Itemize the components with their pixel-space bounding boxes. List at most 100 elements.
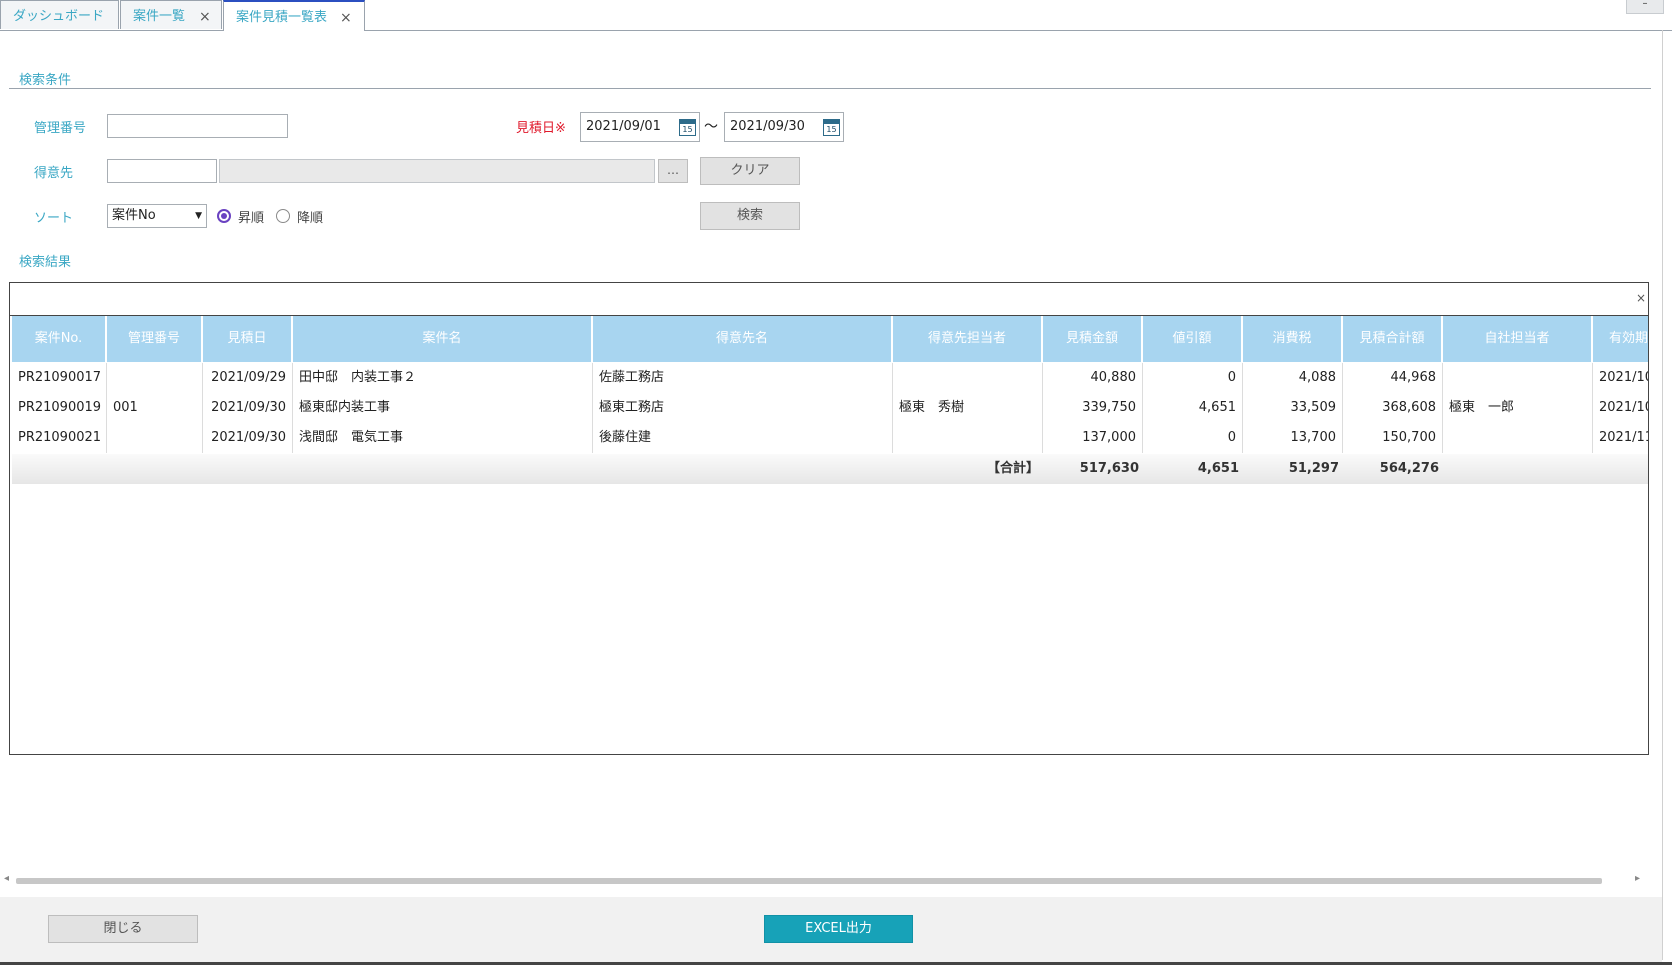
column-header[interactable]: 値引額 <box>1143 316 1243 362</box>
cell-nebiki: 0 <box>1143 363 1243 393</box>
column-header[interactable]: 案件名 <box>293 316 593 362</box>
search-button[interactable]: 検索 <box>700 202 800 230</box>
sort-asc-radio[interactable] <box>217 209 231 223</box>
cell-shohizei: 33,509 <box>1243 393 1343 423</box>
chevron-down-icon: ▼ <box>195 211 202 221</box>
sort-desc-radio[interactable] <box>276 209 290 223</box>
tab-anken-mitsumori[interactable]: 案件見積一覧表 × <box>223 0 365 31</box>
cell-tokuisaki-name: 佐藤工務店 <box>593 363 893 393</box>
date-to-value: 2021/09/30 <box>730 119 805 134</box>
total-shohizei: 51,297 <box>1288 461 1339 476</box>
results-grid: × 案件No. 管理番号 見積日 案件名 得意先名 得意先担当者 見積金額 値引… <box>9 282 1649 755</box>
cell-kanri-no: 001 <box>107 393 203 423</box>
cell-tokuisaki-name: 極東工務店 <box>593 393 893 423</box>
tokuisaki-code-input[interactable] <box>107 159 217 183</box>
sort-select-value: 案件No <box>112 208 156 223</box>
close-icon[interactable]: × <box>1636 291 1646 305</box>
search-section-title: 検索条件 <box>19 73 72 88</box>
clear-button[interactable]: クリア <box>700 157 800 185</box>
scroll-right-icon[interactable]: ▸ <box>1635 873 1640 884</box>
section-divider <box>9 88 1651 89</box>
mitsumori-date-label-text: 見積日 <box>516 121 556 136</box>
horizontal-scrollbar[interactable]: ◂ ▸ <box>4 873 1652 886</box>
cell-gokei: 44,968 <box>1343 363 1443 393</box>
tab-anken-mitsumori-label: 案件見積一覧表 <box>236 10 328 25</box>
footer-bar: 閉じる EXCEL出力 <box>0 897 1662 962</box>
cell-tokuisaki-tanto <box>893 423 1043 453</box>
vertical-scrollbar[interactable] <box>1662 30 1663 960</box>
results-section-title: 検索結果 <box>19 255 72 270</box>
cell-anken-name: 田中邸 内装工事２ <box>293 363 593 393</box>
tab-bar: ダッシュボード 案件一覧 × 案件見積一覧表 × – <box>0 0 1672 31</box>
cell-mitsumori-date: 2021/09/29 <box>203 363 293 393</box>
date-range-separator: ～ <box>704 119 718 135</box>
excel-export-button[interactable]: EXCEL出力 <box>764 915 913 943</box>
column-header[interactable]: 見積金額 <box>1043 316 1143 362</box>
sort-desc-label: 降順 <box>297 211 324 226</box>
total-nebiki: 4,651 <box>1197 461 1239 476</box>
cell-mitsumori-amount: 339,750 <box>1043 393 1143 423</box>
tab-dashboard[interactable]: ダッシュボード <box>0 0 119 29</box>
totals-label: 【合計】 <box>986 461 1039 476</box>
cell-tokuisaki-name: 後藤住建 <box>593 423 893 453</box>
tokuisaki-lookup-button[interactable]: … <box>658 159 688 183</box>
totals-row: 【合計】 517,630 4,651 51,297 564,276 <box>12 454 1648 484</box>
column-header[interactable]: 自社担当者 <box>1443 316 1593 362</box>
cell-anken-name: 浅間邸 電気工事 <box>293 423 593 453</box>
kanri-label: 管理番号 <box>34 121 87 136</box>
tab-anken-list[interactable]: 案件一覧 × <box>120 0 222 29</box>
column-header[interactable]: 管理番号 <box>107 316 203 362</box>
cell-jisha-tanto: 極東 一郎 <box>1443 393 1593 423</box>
cell-shohizei: 4,088 <box>1243 363 1343 393</box>
cell-gokei: 368,608 <box>1343 393 1443 423</box>
tokuisaki-name-field <box>219 159 655 183</box>
cell-anken-no: PR21090017 <box>12 363 107 393</box>
calendar-icon[interactable]: 15 <box>679 119 696 136</box>
cell-anken-no: PR21090019 <box>12 393 107 423</box>
sort-asc-label: 昇順 <box>238 211 265 226</box>
sort-select[interactable]: 案件No ▼ <box>107 204 207 228</box>
calendar-icon[interactable]: 15 <box>823 119 840 136</box>
tab-anken-list-label: 案件一覧 <box>133 9 186 24</box>
cell-yuko-kigen: 2021/10 <box>1593 393 1648 423</box>
required-mark: ※ <box>555 121 566 136</box>
cell-mitsumori-amount: 40,880 <box>1043 363 1143 393</box>
column-header[interactable]: 得意先担当者 <box>893 316 1043 362</box>
scroll-left-icon[interactable]: ◂ <box>4 873 9 884</box>
cell-anken-name: 極東邸内装工事 <box>293 393 593 423</box>
cell-jisha-tanto <box>1443 363 1593 393</box>
cell-yuko-kigen: 2021/11 <box>1593 423 1648 453</box>
cell-mitsumori-date: 2021/09/30 <box>203 423 293 453</box>
close-icon[interactable]: × <box>340 2 352 34</box>
grid-toolbar: × <box>10 283 1648 316</box>
minimize-button[interactable]: – <box>1626 0 1664 14</box>
scrollbar-thumb[interactable] <box>16 878 1602 884</box>
cell-tokuisaki-tanto <box>893 363 1043 393</box>
column-header[interactable]: 得意先名 <box>593 316 893 362</box>
close-button[interactable]: 閉じる <box>48 915 198 943</box>
total-gokei: 564,276 <box>1379 461 1439 476</box>
date-to-input[interactable]: 2021/09/30 15 <box>724 112 844 142</box>
cell-nebiki: 0 <box>1143 423 1243 453</box>
close-icon[interactable]: × <box>199 1 211 33</box>
column-header[interactable]: 案件No. <box>12 316 107 362</box>
column-header[interactable]: 見積日 <box>203 316 293 362</box>
total-mitsumori-amount: 517,630 <box>1079 461 1139 476</box>
cell-gokei: 150,700 <box>1343 423 1443 453</box>
date-from-value: 2021/09/01 <box>586 119 661 134</box>
cell-anken-no: PR21090021 <box>12 423 107 453</box>
column-header[interactable]: 消費税 <box>1243 316 1343 362</box>
kanri-input[interactable] <box>107 114 288 138</box>
cell-shohizei: 13,700 <box>1243 423 1343 453</box>
cell-yuko-kigen: 2021/10 <box>1593 363 1648 393</box>
mitsumori-date-label: 見積日※ <box>516 117 566 136</box>
cell-nebiki: 4,651 <box>1143 393 1243 423</box>
date-from-input[interactable]: 2021/09/01 15 <box>580 112 700 142</box>
cell-kanri-no <box>107 423 203 453</box>
column-header[interactable]: 有効期 <box>1593 316 1648 362</box>
cell-kanri-no <box>107 363 203 393</box>
cell-mitsumori-amount: 137,000 <box>1043 423 1143 453</box>
cell-mitsumori-date: 2021/09/30 <box>203 393 293 423</box>
cell-tokuisaki-tanto: 極東 秀樹 <box>893 393 1043 423</box>
column-header[interactable]: 見積合計額 <box>1343 316 1443 362</box>
